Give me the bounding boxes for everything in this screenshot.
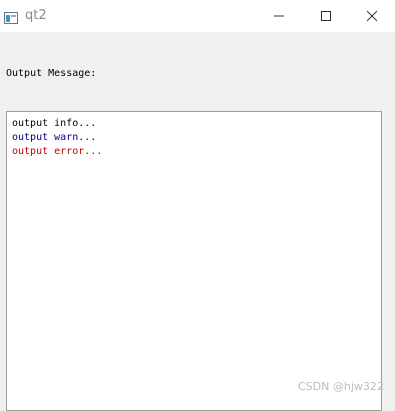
output-line-error: output error... bbox=[12, 146, 103, 157]
output-line-info: output info... bbox=[12, 118, 97, 129]
output-text-area[interactable]: output info... output warn... output err… bbox=[6, 111, 382, 411]
output-line-warn: output warn... bbox=[12, 132, 97, 143]
title-bar: qt2 bbox=[0, 0, 395, 32]
watermark: CSDN @hjw322 bbox=[298, 380, 384, 393]
minimize-button[interactable] bbox=[256, 0, 302, 32]
close-button[interactable] bbox=[349, 0, 395, 32]
maximize-button[interactable] bbox=[303, 0, 349, 32]
window-title: qt2 bbox=[25, 8, 47, 23]
output-message-label: Output Message: bbox=[6, 68, 97, 79]
maximize-icon bbox=[321, 11, 331, 21]
minimize-icon bbox=[274, 15, 284, 17]
close-icon bbox=[366, 10, 378, 22]
window-icon bbox=[4, 9, 18, 24]
